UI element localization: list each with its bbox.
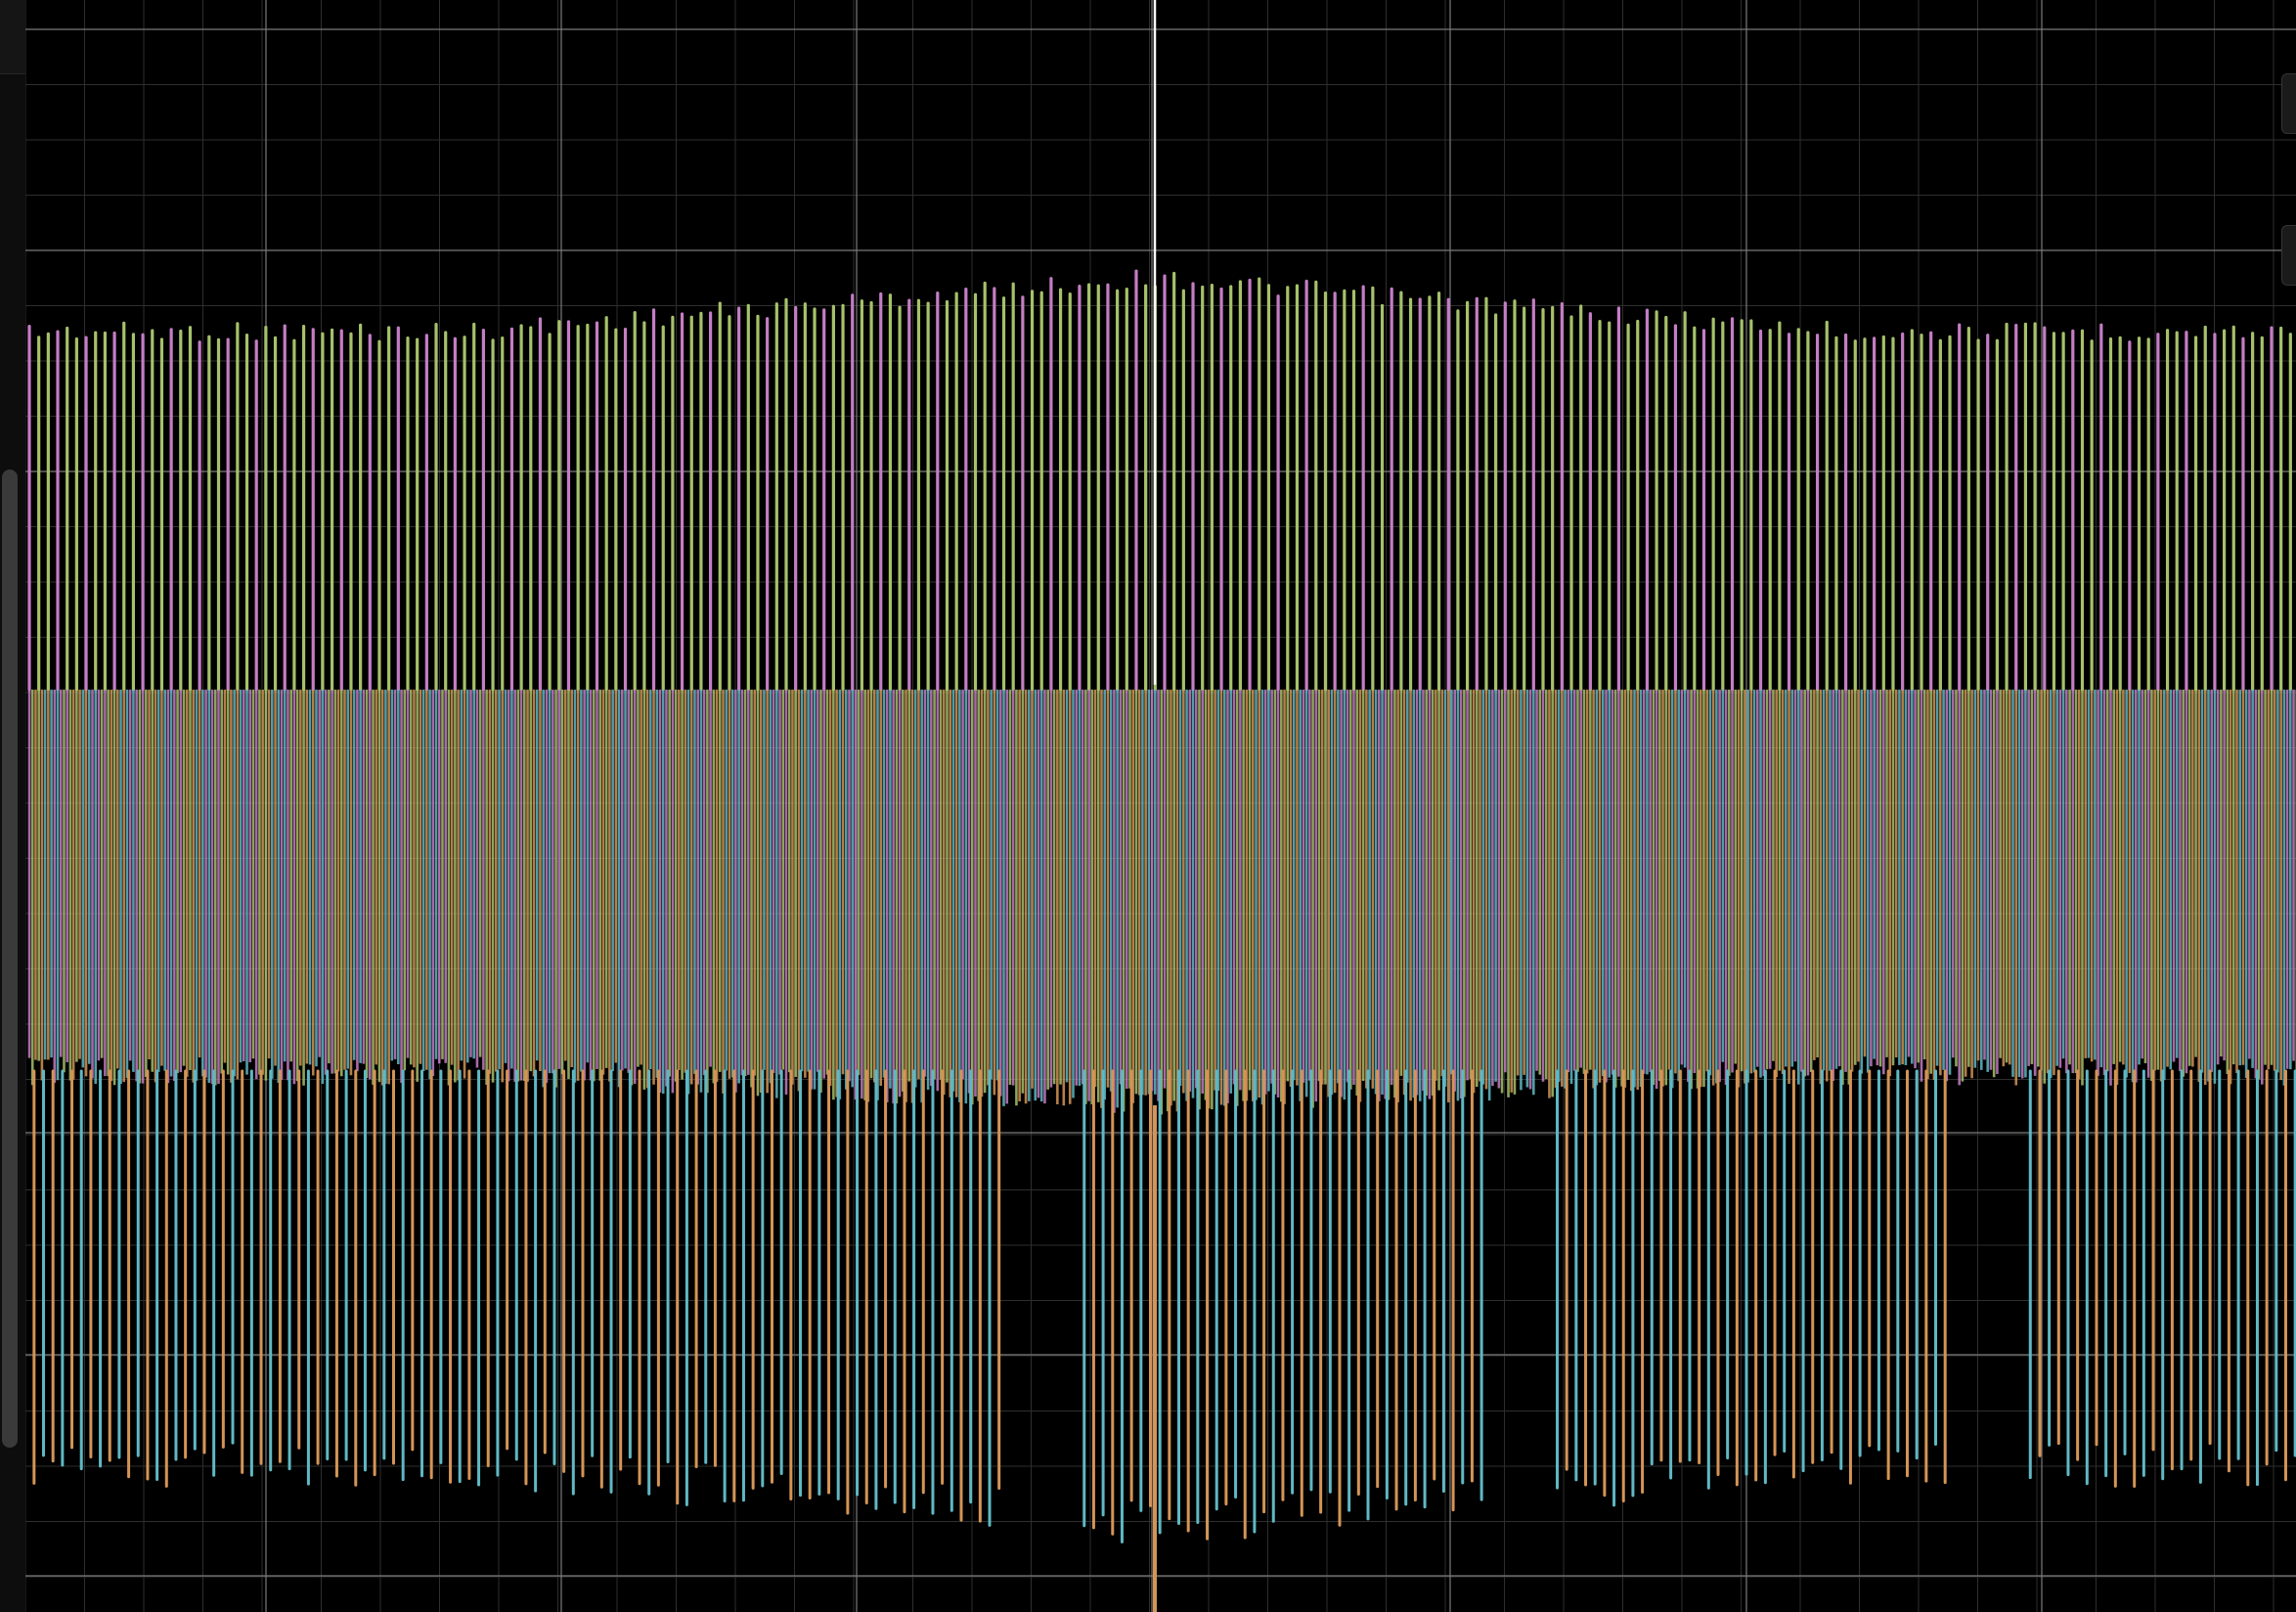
right-panel-handle-mid[interactable] (2281, 225, 2296, 286)
right-panel-handle-top[interactable] (2281, 73, 2296, 134)
right-panel-rail (2278, 0, 2296, 1612)
vertical-scrollbar[interactable] (2, 0, 18, 1612)
left-panel-rail (0, 0, 25, 1612)
waveform-plot-area[interactable] (25, 0, 2296, 1612)
waveform-plot[interactable] (25, 0, 2296, 1612)
waveform-traces (27, 269, 2296, 1544)
scrollbar-thumb[interactable] (2, 470, 18, 1448)
